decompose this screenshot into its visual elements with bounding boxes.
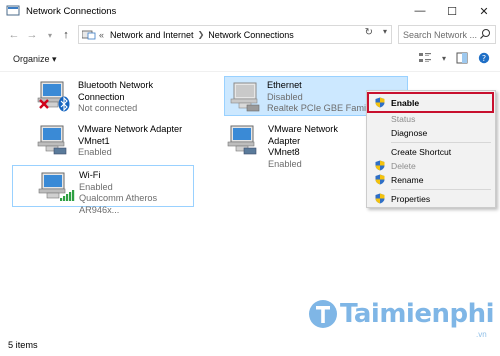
help-icon[interactable]: ? [478,52,490,64]
connection-name: Bluetooth Network [78,80,154,90]
back-arrow-icon[interactable]: ← [6,26,22,44]
connection-status: Enabled [268,158,302,169]
search-icon [480,29,490,39]
network-folder-icon [82,30,96,39]
watermark-logo: Taimienphi .vn [308,298,495,339]
change-view-icon[interactable] [418,52,432,64]
refresh-icon[interactable]: ↻ [365,27,373,38]
menu-item-delete[interactable]: Delete [367,158,495,173]
navigation-bar: ← → ▾ ↑ « Network and Internet ❯ Network… [0,24,500,46]
close-button[interactable]: ✕ [468,0,500,22]
enable-highlight-outline [367,92,494,113]
connection-name: VMware Network Adapter [78,124,183,134]
command-bar: Organize ▾ ▾ ? [0,48,500,70]
breadcrumb-network-connections[interactable]: Network Connections [208,30,294,40]
connection-device: Realtek PCIe GBE Family C [267,103,382,113]
breadcrumb-network-and-internet[interactable]: Network and Internet [110,30,194,40]
connection-status: Enabled [78,147,112,157]
connection-status: Not connected [78,103,138,113]
view-dropdown-icon[interactable]: ▾ [442,54,446,63]
connection-status: Enabled [79,181,113,192]
forward-arrow-icon[interactable]: → [24,26,40,44]
menu-item-label: Properties [391,193,431,204]
window-title: Network Connections [26,5,117,17]
connection-name: Ethernet [267,80,302,90]
connection-wifi[interactable]: Wi-Fi Enabled Qualcomm Atheros AR946x... [12,165,194,215]
menu-item-label: Diagnose [391,127,428,138]
menu-item-label: Status [391,113,416,124]
connection-name-line2: VMnet1 [78,135,110,146]
network-adapter-icon [227,125,257,155]
watermark-text: Taimienphi [340,299,495,329]
recent-locations-icon[interactable]: ▾ [42,26,58,44]
organize-menu-button[interactable]: Organize ▾ [13,54,57,65]
minimize-button[interactable]: — [404,0,436,22]
watermark-suffix: .vn [476,330,487,339]
search-input[interactable]: Search Network ... [398,25,496,44]
menu-item-properties[interactable]: Properties [367,191,495,206]
shield-icon [375,193,385,204]
bluetooth-icon [58,96,70,112]
search-placeholder: Search Network ... [403,29,478,40]
maximize-button[interactable]: ☐ [436,0,468,22]
signal-strength-icon [60,190,75,201]
menu-item-create-shortcut[interactable]: Create Shortcut [367,144,495,159]
menu-item-label: Delete [391,160,416,171]
menu-item-rename[interactable]: Rename [367,172,495,187]
connection-name: VMware Network Adapter [268,124,338,146]
connection-vmnet1[interactable]: VMware Network Adapter VMnet1 Enabled [34,120,214,162]
menu-item-diagnose[interactable]: Diagnose [367,125,495,140]
connection-name-line2: Connection [78,91,125,102]
menu-item-label: Rename [391,174,424,185]
connection-name-line2: VMnet8 [268,147,300,157]
watermark-t-logo-icon [309,300,337,328]
svg-text:?: ? [482,54,486,63]
address-bar[interactable]: « Network and Internet ❯ Network Connect… [78,25,392,44]
connection-vmnet8[interactable]: VMware Network Adapter VMnet8 Enabled [224,120,364,169]
shield-icon [375,174,385,185]
breadcrumb-overflow[interactable]: « [99,30,104,40]
connection-device: Qualcomm Atheros AR946x... [79,193,158,215]
menu-separator [391,142,491,143]
shield-icon [375,160,385,171]
menu-item-status[interactable]: Status [367,111,495,126]
status-bar-item-count: 5 items [8,340,38,350]
connection-name: Wi-Fi [79,170,101,180]
preview-pane-icon[interactable] [456,52,468,64]
menu-item-label: Create Shortcut [391,146,452,157]
title-bar: Network Connections — ☐ ✕ [0,0,500,22]
network-adapter-icon [37,125,67,155]
up-arrow-icon[interactable]: ↑ [58,26,74,44]
network-adapter-icon [230,82,260,112]
connection-bluetooth[interactable]: Bluetooth Network Connection Not connect… [34,76,214,118]
disconnected-x-icon [39,99,49,109]
breadcrumb-separator-icon[interactable]: ❯ [198,30,205,39]
menu-separator [391,189,491,190]
network-connections-icon [6,5,20,16]
address-dropdown-icon[interactable]: ▾ [383,27,387,36]
connection-status: Disabled [267,91,303,102]
toolbar-divider [0,71,500,72]
